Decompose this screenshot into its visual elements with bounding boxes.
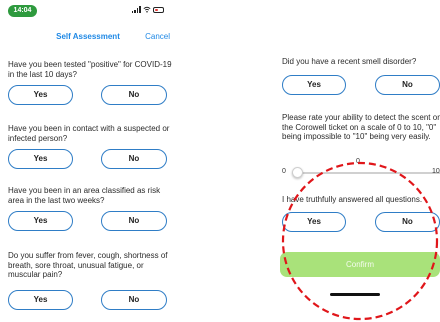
signal-icon bbox=[132, 6, 141, 13]
contact-infected-yes-button[interactable]: Yes bbox=[8, 149, 73, 169]
truthful-no-button[interactable]: No bbox=[375, 212, 440, 232]
wifi-icon bbox=[143, 6, 151, 13]
cancel-button[interactable]: Cancel bbox=[145, 30, 170, 44]
question-scent-rating: Please rate your ability to detect the s… bbox=[282, 113, 440, 141]
contact-infected-no-button[interactable]: No bbox=[101, 149, 167, 169]
slider-thumb[interactable] bbox=[292, 167, 303, 178]
status-time: 14:04 bbox=[8, 5, 37, 17]
self-assessment-screen-right: Did you have a recent smell disorder? Ye… bbox=[278, 0, 440, 322]
question-truthful: I have truthfully answered all questions… bbox=[282, 195, 423, 204]
confirm-button[interactable]: Confirm bbox=[280, 252, 440, 277]
risk-area-yes-button[interactable]: Yes bbox=[8, 211, 73, 231]
slider-min-label: 0 bbox=[282, 168, 286, 175]
question-risk-area: Have you been in an area classified as r… bbox=[8, 186, 161, 205]
question-tested-positive: Have you been tested "positive" for COVI… bbox=[8, 60, 172, 79]
tested-positive-yes-button[interactable]: Yes bbox=[8, 85, 73, 105]
status-bar: 14:04 bbox=[0, 0, 176, 24]
slider-max-label: 10 bbox=[432, 168, 440, 175]
question-symptoms: Do you suffer from fever, cough, shortne… bbox=[8, 251, 168, 279]
tested-positive-no-button[interactable]: No bbox=[101, 85, 167, 105]
question-contact-infected: Have you been in contact with a suspecte… bbox=[8, 124, 170, 143]
slider-value: 0 bbox=[356, 158, 360, 165]
symptoms-no-button[interactable]: No bbox=[101, 290, 167, 310]
symptoms-yes-button[interactable]: Yes bbox=[8, 290, 73, 310]
smell-disorder-yes-button[interactable]: Yes bbox=[282, 75, 346, 95]
question-smell-disorder: Did you have a recent smell disorder? bbox=[282, 57, 417, 66]
smell-disorder-no-button[interactable]: No bbox=[375, 75, 440, 95]
battery-icon bbox=[152, 6, 164, 13]
scent-rating-slider[interactable] bbox=[292, 172, 440, 174]
status-icons bbox=[132, 6, 164, 13]
home-indicator bbox=[330, 293, 380, 296]
nav-bar: Self Assessment Cancel bbox=[0, 30, 176, 44]
truthful-yes-button[interactable]: Yes bbox=[282, 212, 346, 232]
risk-area-no-button[interactable]: No bbox=[101, 211, 167, 231]
self-assessment-screen-left: 14:04 Self Assessment Cancel Have you be… bbox=[0, 0, 176, 322]
